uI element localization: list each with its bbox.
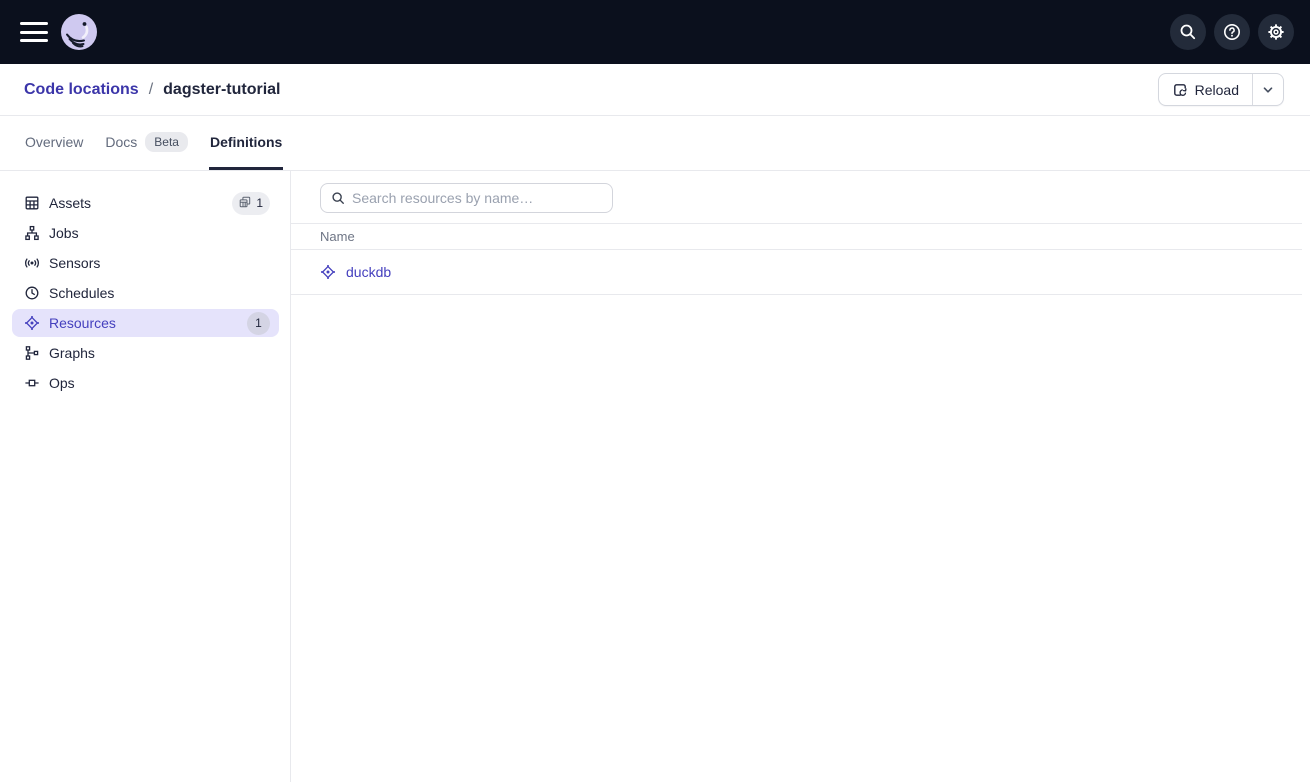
reload-dropdown-button[interactable] (1253, 74, 1283, 105)
sidebar-item-label: Assets (49, 195, 223, 211)
sidebar-item-label: Ops (49, 375, 270, 391)
code-location-reload-icon (1172, 82, 1188, 98)
settings-button[interactable] (1258, 14, 1294, 50)
sidebar-item-schedules[interactable]: Schedules (12, 279, 279, 307)
settings-gear-icon (1267, 23, 1285, 41)
dagster-logo[interactable] (60, 13, 98, 51)
search-button[interactable] (1170, 14, 1206, 50)
sidebar-item-label: Graphs (49, 345, 270, 361)
sidebar-item-ops[interactable]: Ops (12, 369, 279, 397)
ops-icon (24, 375, 40, 391)
resource-search-box (320, 183, 613, 213)
sidebar-item-graphs[interactable]: Graphs (12, 339, 279, 367)
sidebar-item-label: Schedules (49, 285, 270, 301)
search-icon (1179, 23, 1197, 41)
count-badge: 1 (247, 312, 270, 335)
search-row (291, 171, 1310, 223)
page-header: Code locations / dagster-tutorial Reload (0, 64, 1310, 116)
sensors-icon (24, 255, 40, 271)
resources-icon (320, 264, 336, 280)
breadcrumb-current-location: dagster-tutorial (163, 81, 280, 99)
count-badge-value: 1 (256, 196, 263, 210)
search-icon (331, 191, 345, 205)
resources-panel: Name duckdb (291, 171, 1310, 782)
breadcrumb: Code locations / dagster-tutorial (24, 81, 280, 99)
resources-icon (24, 315, 40, 331)
tab-label: Definitions (210, 134, 282, 150)
tab-definitions[interactable]: Definitions (209, 116, 283, 170)
tab-label: Docs (105, 134, 137, 150)
asset-group-icon (239, 196, 251, 211)
content-area: Assets 1 Jobs Sensors Schedules Resour (0, 171, 1310, 782)
location-tabs: Overview Docs Beta Definitions (0, 116, 1310, 171)
resource-link[interactable]: duckdb (346, 264, 391, 280)
resource-search-input[interactable] (352, 190, 602, 206)
table-header: Name (291, 223, 1302, 250)
sidebar-item-resources[interactable]: Resources 1 (12, 309, 279, 337)
sidebar-item-label: Resources (49, 315, 238, 331)
sidebar-item-jobs[interactable]: Jobs (12, 219, 279, 247)
jobs-icon (24, 225, 40, 241)
breadcrumb-separator: / (149, 81, 153, 99)
help-button[interactable] (1214, 14, 1250, 50)
hamburger-menu-icon[interactable] (20, 22, 48, 42)
graphs-icon (24, 345, 40, 361)
tab-label: Overview (25, 134, 83, 150)
reload-button-label: Reload (1195, 82, 1239, 98)
definitions-sidebar: Assets 1 Jobs Sensors Schedules Resour (0, 171, 291, 782)
schedules-icon (24, 285, 40, 301)
reload-button-group: Reload (1158, 73, 1284, 106)
sidebar-item-sensors[interactable]: Sensors (12, 249, 279, 277)
tab-overview[interactable]: Overview (24, 116, 84, 170)
sidebar-item-label: Jobs (49, 225, 270, 241)
beta-badge: Beta (145, 132, 188, 152)
nav-actions (1170, 14, 1294, 50)
column-header-name: Name (320, 229, 355, 244)
sidebar-item-label: Sensors (49, 255, 270, 271)
resources-table: Name duckdb (291, 223, 1302, 295)
help-icon (1223, 23, 1241, 41)
tab-docs[interactable]: Docs Beta (104, 116, 189, 170)
chevron-down-icon (1261, 83, 1275, 97)
sidebar-item-assets[interactable]: Assets 1 (12, 189, 279, 217)
table-row-duckdb: duckdb (291, 250, 1302, 295)
assets-icon (24, 195, 40, 211)
count-badge: 1 (232, 192, 270, 215)
count-badge-value: 1 (255, 316, 262, 330)
reload-button[interactable]: Reload (1159, 74, 1253, 105)
top-navbar (0, 0, 1310, 64)
breadcrumb-code-locations-link[interactable]: Code locations (24, 81, 139, 99)
